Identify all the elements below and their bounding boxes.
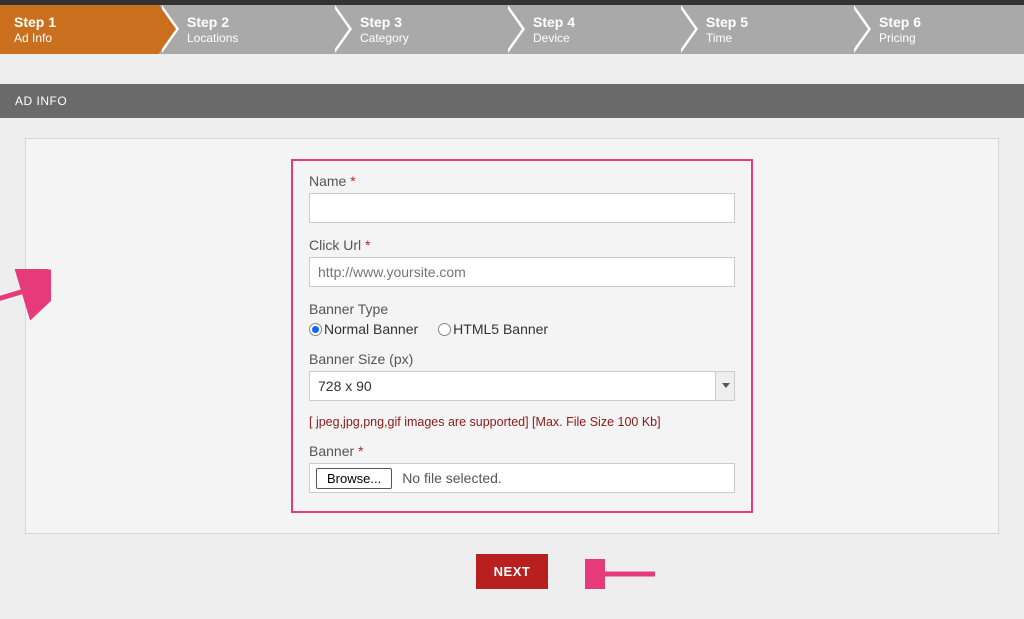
step-title: Step 5 bbox=[706, 14, 837, 31]
click-url-input[interactable] bbox=[309, 257, 735, 287]
step-pricing[interactable]: Step 6 Pricing bbox=[851, 5, 1024, 54]
section-title: AD INFO bbox=[15, 94, 67, 108]
step-device[interactable]: Step 4 Device bbox=[505, 5, 678, 54]
radio-normal-banner[interactable]: Normal Banner bbox=[309, 321, 418, 337]
banner-size-value[interactable] bbox=[309, 371, 735, 401]
radio-icon bbox=[438, 323, 451, 336]
field-name: Name * bbox=[309, 173, 735, 223]
step-title: Step 3 bbox=[360, 14, 491, 31]
browse-button[interactable]: Browse... bbox=[316, 468, 392, 489]
name-input[interactable] bbox=[309, 193, 735, 223]
radio-label: Normal Banner bbox=[324, 321, 418, 337]
step-title: Step 4 bbox=[533, 14, 664, 31]
file-picker[interactable]: Browse... No file selected. bbox=[309, 463, 735, 493]
form-panel: Name * Click Url * Banner Type Normal Ba… bbox=[25, 138, 999, 534]
banner-type-radio-group: Normal Banner HTML5 Banner bbox=[309, 321, 735, 337]
actions-row: NEXT bbox=[25, 554, 999, 589]
banner-file-label: Banner * bbox=[309, 443, 735, 459]
radio-label: HTML5 Banner bbox=[453, 321, 548, 337]
step-title: Step 6 bbox=[879, 14, 1010, 31]
step-subtitle: Locations bbox=[187, 31, 318, 45]
content-area: Name * Click Url * Banner Type Normal Ba… bbox=[0, 118, 1024, 619]
annotation-arrow-icon bbox=[585, 559, 665, 589]
step-locations[interactable]: Step 2 Locations bbox=[159, 5, 332, 54]
step-time[interactable]: Step 5 Time bbox=[678, 5, 851, 54]
banner-size-select[interactable] bbox=[309, 371, 735, 401]
file-status-text: No file selected. bbox=[402, 470, 502, 486]
banner-size-label: Banner Size (px) bbox=[309, 351, 735, 367]
field-banner-file: Banner * Browse... No file selected. bbox=[309, 443, 735, 493]
step-subtitle: Ad Info bbox=[14, 31, 145, 45]
required-marker: * bbox=[358, 443, 363, 459]
step-subtitle: Category bbox=[360, 31, 491, 45]
wizard-steps: Step 1 Ad Info Step 2 Locations Step 3 C… bbox=[0, 5, 1024, 54]
step-subtitle: Device bbox=[533, 31, 664, 45]
field-banner-type: Banner Type Normal Banner HTML5 Banner bbox=[309, 301, 735, 337]
section-header: AD INFO bbox=[0, 84, 1024, 118]
step-subtitle: Pricing bbox=[879, 31, 1010, 45]
step-subtitle: Time bbox=[706, 31, 837, 45]
step-title: Step 1 bbox=[14, 14, 145, 31]
required-marker: * bbox=[350, 173, 355, 189]
step-category[interactable]: Step 3 Category bbox=[332, 5, 505, 54]
required-marker: * bbox=[365, 237, 370, 253]
next-button[interactable]: NEXT bbox=[476, 554, 549, 589]
annotation-arrow-icon bbox=[0, 269, 51, 339]
click-url-label: Click Url * bbox=[309, 237, 735, 253]
field-banner-size: Banner Size (px) bbox=[309, 351, 735, 401]
file-support-hint: [ jpeg,jpg,png,gif images are supported]… bbox=[309, 415, 735, 429]
banner-type-label: Banner Type bbox=[309, 301, 735, 317]
field-click-url: Click Url * bbox=[309, 237, 735, 287]
form-highlighted-region: Name * Click Url * Banner Type Normal Ba… bbox=[291, 159, 753, 513]
radio-html5-banner[interactable]: HTML5 Banner bbox=[438, 321, 548, 337]
step-title: Step 2 bbox=[187, 14, 318, 31]
step-ad-info[interactable]: Step 1 Ad Info bbox=[0, 5, 159, 54]
radio-icon bbox=[309, 323, 322, 336]
name-label: Name * bbox=[309, 173, 735, 189]
